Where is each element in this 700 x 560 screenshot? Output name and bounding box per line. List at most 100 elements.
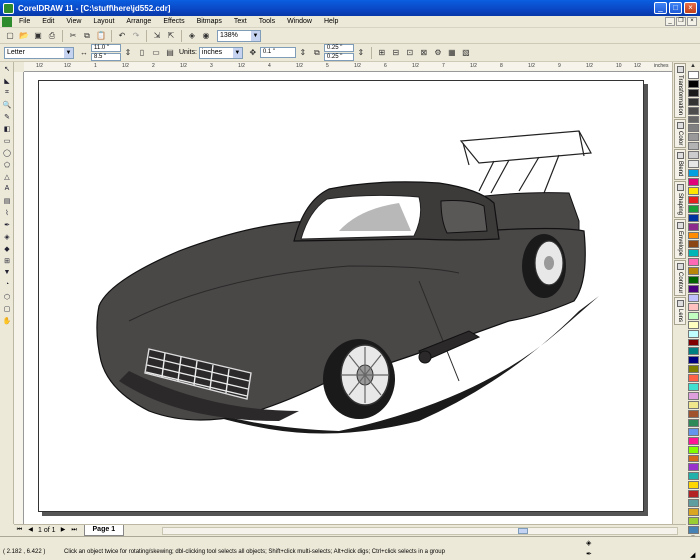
interactive-fill-tool-icon[interactable]: ◆ xyxy=(1,243,13,254)
fill-indicator-icon[interactable]: ◈ xyxy=(586,539,594,547)
units-combo[interactable]: inches ▼ xyxy=(198,46,243,59)
docker-tab-lens[interactable]: Lens xyxy=(674,297,686,326)
palette-swatch[interactable] xyxy=(687,285,699,293)
outline-indicator-icon[interactable]: ✒ xyxy=(586,550,594,558)
vertical-ruler[interactable] xyxy=(14,72,24,524)
palette-swatch[interactable] xyxy=(687,293,699,302)
prev-page-icon[interactable]: ◀ xyxy=(26,526,35,535)
palette-swatch[interactable] xyxy=(687,409,699,418)
palette-swatch[interactable] xyxy=(687,418,699,427)
palette-swatch[interactable] xyxy=(687,472,699,481)
graphics-options-icon[interactable]: ▧ xyxy=(460,47,472,59)
palette-swatch[interactable] xyxy=(687,142,699,151)
envelope-tool-icon[interactable]: ⬡ xyxy=(1,291,13,302)
palette-swatch[interactable] xyxy=(687,499,699,508)
drawing-page[interactable] xyxy=(38,80,644,512)
palette-swatch[interactable] xyxy=(687,267,699,276)
menu-file[interactable]: File xyxy=(13,18,36,25)
all-pages-icon[interactable]: ▤ xyxy=(164,47,176,59)
crop-tool-icon[interactable]: ⌗ xyxy=(1,87,13,98)
palette-swatch[interactable] xyxy=(687,276,699,285)
eyedropper-tool-icon[interactable]: ⌇ xyxy=(1,207,13,218)
palette-swatch[interactable] xyxy=(687,133,699,142)
minimize-button[interactable]: _ xyxy=(654,2,667,14)
palette-swatch[interactable] xyxy=(687,88,699,97)
page-tab[interactable]: Page 1 xyxy=(83,525,125,536)
save-icon[interactable]: ▣ xyxy=(32,30,44,42)
doc-close-button[interactable]: × xyxy=(687,17,697,26)
last-page-icon[interactable]: ⏭ xyxy=(70,526,79,535)
scrollbar-thumb[interactable] xyxy=(518,528,528,534)
palette-swatch[interactable] xyxy=(687,525,699,534)
freehand-tool-icon[interactable]: ✎ xyxy=(1,111,13,122)
chevron-down-icon[interactable]: ▼ xyxy=(251,30,260,41)
palette-swatch[interactable] xyxy=(687,401,699,409)
next-page-icon[interactable]: ▶ xyxy=(59,526,68,535)
palette-swatch[interactable] xyxy=(687,383,699,392)
mesh-fill-tool-icon[interactable]: ⊞ xyxy=(1,255,13,266)
palette-swatch[interactable] xyxy=(687,240,699,249)
paper-height-field[interactable]: 8.5 " xyxy=(91,53,121,61)
palette-swatch[interactable] xyxy=(687,463,699,472)
palette-swatch[interactable] xyxy=(687,97,699,106)
docker-tab-shaping[interactable]: Shaping xyxy=(674,180,686,218)
menu-help[interactable]: Help xyxy=(318,18,344,25)
duplicate-y-field[interactable]: 0.25 " xyxy=(323,53,354,61)
palette-swatch[interactable] xyxy=(687,79,699,88)
basic-shapes-tool-icon[interactable]: △ xyxy=(1,171,13,182)
portrait-icon[interactable]: ▯ xyxy=(136,47,148,59)
palette-swatch[interactable] xyxy=(687,186,699,195)
snap-to-guidelines-icon[interactable]: ⊟ xyxy=(390,47,402,59)
menu-edit[interactable]: Edit xyxy=(36,18,60,25)
doc-minimize-button[interactable]: _ xyxy=(665,17,675,26)
close-button[interactable]: × xyxy=(684,2,697,14)
open-icon[interactable]: 📂 xyxy=(18,30,30,42)
corel-online-icon[interactable]: ◉ xyxy=(200,30,212,42)
zoom-level-combo[interactable]: 138% ▼ xyxy=(217,29,261,42)
menu-tools[interactable]: Tools xyxy=(253,18,281,25)
rectangle-tool-icon[interactable]: ▭ xyxy=(1,135,13,146)
knife-tool-icon[interactable]: ◔ xyxy=(1,279,13,290)
paper-type-combo[interactable]: Letter ▼ xyxy=(4,46,74,59)
fill-tool-icon[interactable]: ◈ xyxy=(1,231,13,242)
connector-tool-icon[interactable]: ▢ xyxy=(1,303,13,314)
duplicate-x-field[interactable]: 0.25 " xyxy=(323,44,354,52)
horizontal-ruler[interactable]: 1/2 1/2 1 1/2 2 1/2 3 1/2 4 1/2 5 1/2 6 … xyxy=(14,62,672,72)
doc-restore-button[interactable]: ❐ xyxy=(676,17,686,26)
palette-swatch[interactable] xyxy=(687,427,699,436)
export-icon[interactable]: ⇱ xyxy=(165,30,177,42)
maximize-button[interactable]: □ xyxy=(669,2,682,14)
copy-icon[interactable]: ⧉ xyxy=(81,30,93,42)
spin-arrows-icon[interactable]: ⇕ xyxy=(297,47,309,59)
palette-swatch[interactable] xyxy=(687,124,699,133)
palette-swatch[interactable] xyxy=(687,258,699,267)
palette-swatch[interactable] xyxy=(687,347,699,356)
palette-swatch[interactable] xyxy=(687,160,699,169)
menu-view[interactable]: View xyxy=(60,18,87,25)
palette-swatch[interactable] xyxy=(687,329,699,338)
chevron-down-icon[interactable]: ▼ xyxy=(232,47,242,58)
palette-swatch[interactable] xyxy=(687,70,699,79)
menu-window[interactable]: Window xyxy=(281,18,318,25)
menu-bitmaps[interactable]: Bitmaps xyxy=(191,18,228,25)
palette-swatch[interactable] xyxy=(687,365,699,374)
chevron-down-icon[interactable]: ▼ xyxy=(64,47,73,58)
pickup-truck-illustration[interactable] xyxy=(39,81,645,513)
palette-swatch[interactable] xyxy=(687,106,699,115)
drawing-canvas[interactable] xyxy=(24,72,672,524)
options-icon[interactable]: ⚙ xyxy=(432,47,444,59)
pick-tool-icon[interactable]: ↖ xyxy=(1,63,13,74)
menu-text[interactable]: Text xyxy=(228,18,253,25)
outline-tool-icon[interactable]: ✒ xyxy=(1,219,13,230)
palette-swatch[interactable] xyxy=(687,517,699,525)
palette-swatch[interactable] xyxy=(687,481,699,490)
dynamic-guides-icon[interactable]: ⊠ xyxy=(418,47,430,59)
palette-swatch[interactable] xyxy=(687,213,699,222)
ruler-origin[interactable] xyxy=(14,62,24,72)
print-icon[interactable]: ⎙ xyxy=(46,30,58,42)
ellipse-tool-icon[interactable]: ◯ xyxy=(1,147,13,158)
palette-swatch[interactable] xyxy=(687,249,699,258)
menu-arrange[interactable]: Arrange xyxy=(120,18,157,25)
smart-fill-tool-icon[interactable]: ◧ xyxy=(1,123,13,134)
palette-swatch[interactable] xyxy=(687,231,699,240)
